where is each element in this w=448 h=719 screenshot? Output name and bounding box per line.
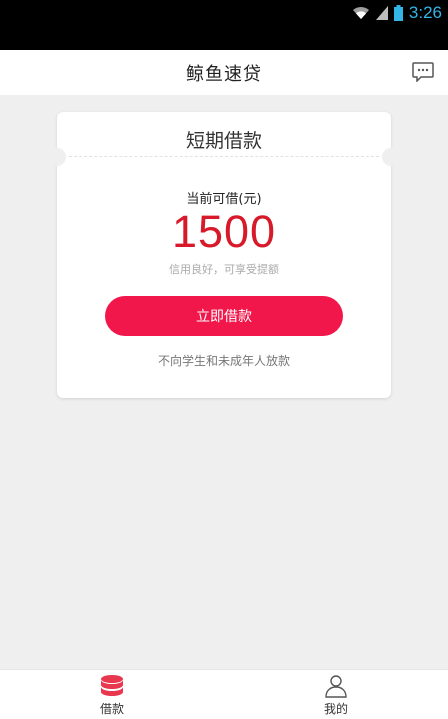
battery-icon — [393, 5, 403, 21]
available-amount: 1500 — [171, 206, 277, 257]
borrow-now-button[interactable]: 立即借款 — [105, 296, 343, 336]
wifi-icon — [352, 6, 369, 19]
app-bar: 鲸鱼速贷 — [0, 50, 448, 95]
tab-borrow-label: 借款 — [99, 702, 124, 716]
card-notch-left — [48, 148, 66, 166]
bottom-tab-bar: 借款 我的 — [0, 669, 448, 719]
message-icon[interactable] — [412, 62, 434, 82]
user-icon — [325, 675, 347, 698]
status-bar: 3:26 — [0, 0, 448, 50]
status-time: 3:26 — [408, 3, 442, 22]
coins-icon — [101, 675, 123, 696]
tab-mine-label: 我的 — [323, 702, 348, 716]
card-divider — [69, 156, 379, 157]
tab-mine[interactable]: 我的 — [224, 670, 448, 719]
status-icons: 3:26 — [352, 2, 442, 24]
disclaimer-text: 不向学生和未成年人放款 — [157, 354, 290, 368]
loan-card: 短期借款 当前可借(元) 1500 信用良好，可享受提额 立即借款 不向学生和未… — [48, 112, 400, 398]
limit-label: 当前可借(元) — [186, 192, 262, 207]
page-title: 鲸鱼速贷 — [186, 63, 262, 85]
card-notch-right — [382, 148, 400, 166]
card-title: 短期借款 — [185, 129, 262, 152]
tab-borrow[interactable]: 借款 — [0, 670, 224, 719]
signal-icon — [375, 6, 388, 20]
credit-hint: 信用良好，可享受提额 — [169, 263, 279, 276]
